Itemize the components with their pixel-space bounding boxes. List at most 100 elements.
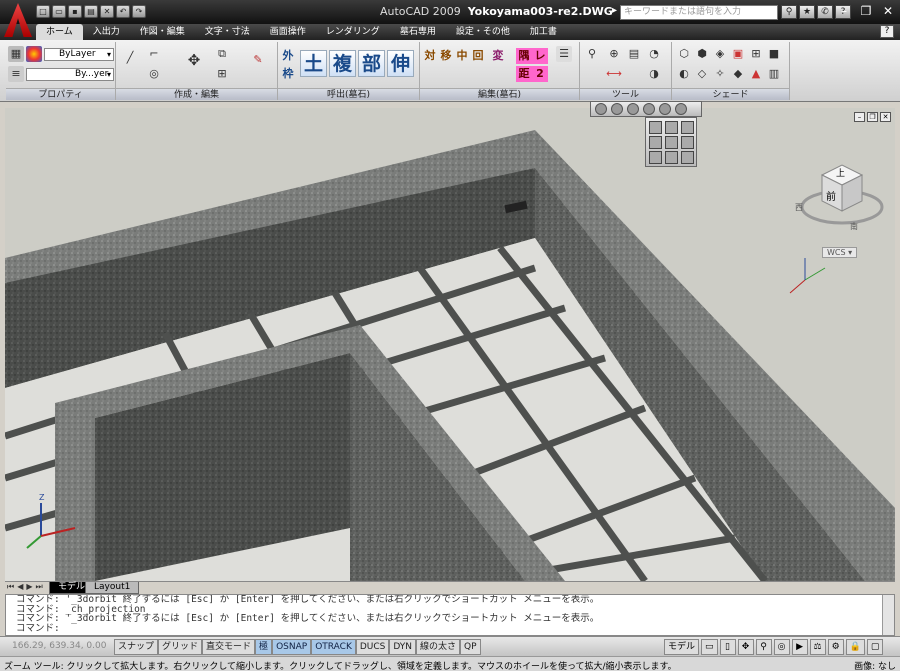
zoom-status-icon[interactable]: ⚲: [755, 639, 772, 655]
view-se-icon[interactable]: [665, 151, 678, 164]
shade-fade-icon[interactable]: ▥: [766, 66, 782, 82]
model-space-button[interactable]: モデル: [664, 639, 700, 655]
outer-frame-button-top[interactable]: 外: [280, 48, 296, 64]
shade-light-icon[interactable]: ✧: [712, 66, 728, 82]
prev-tab-icon[interactable]: ◀: [17, 582, 23, 592]
shade-color2-icon[interactable]: ▲: [748, 66, 764, 82]
shade-hidden-icon[interactable]: ⬢: [694, 46, 710, 62]
layer-icon[interactable]: ▦: [8, 46, 24, 62]
3d-model-scene[interactable]: Z: [5, 108, 895, 581]
view-back-icon[interactable]: [681, 136, 694, 149]
toggle-ortho[interactable]: 直交モード: [202, 639, 256, 655]
tab-settings[interactable]: 設定・その他: [446, 24, 520, 40]
kanji-button-part[interactable]: 部: [358, 50, 385, 77]
orbit-camera-icon[interactable]: [643, 103, 655, 115]
plot-icon[interactable]: ✕: [100, 5, 114, 18]
kanji-button-corner[interactable]: 隅: [516, 48, 532, 64]
shade-wire-icon[interactable]: ⬡: [676, 46, 692, 62]
drawing-viewport[interactable]: Z – ❐ ✕: [5, 108, 895, 581]
command-scrollbar[interactable]: [882, 595, 894, 635]
toggle-dyn[interactable]: DYN: [389, 639, 417, 655]
minimize-icon[interactable]: –: [836, 4, 852, 18]
open-file-icon[interactable]: ▭: [52, 5, 66, 18]
showmotion-icon[interactable]: ▶: [791, 639, 808, 655]
measure-icon[interactable]: ⟷: [606, 66, 622, 82]
visual-style-icon[interactable]: ◑: [646, 66, 662, 82]
clean-screen-icon[interactable]: ▢: [866, 639, 884, 655]
new-file-icon[interactable]: □: [36, 5, 50, 18]
viewcube-top-label[interactable]: 上: [836, 166, 845, 179]
kanji-button-earth[interactable]: 土: [300, 50, 327, 77]
circle-tool-icon[interactable]: ◎: [146, 66, 162, 82]
render-icon[interactable]: ◔: [646, 46, 662, 62]
layer-select[interactable]: ByLayer: [44, 48, 114, 61]
redo-icon[interactable]: ↷: [132, 5, 146, 18]
toggle-otrack[interactable]: OTRACK: [311, 639, 356, 655]
wcs-menu[interactable]: WCS ▾: [822, 247, 858, 258]
panel-shade-title[interactable]: シェード: [672, 88, 789, 100]
toggle-lineweight[interactable]: 線の太さ: [416, 639, 461, 655]
tab-draw-edit[interactable]: 作図・編集: [130, 24, 195, 40]
ribbon-help-button[interactable]: ?: [880, 25, 894, 38]
array-tool-icon[interactable]: ⊞: [214, 66, 230, 82]
move-tool-icon[interactable]: ✥: [186, 52, 202, 68]
viewcube[interactable]: 上 前 西 南: [795, 159, 888, 239]
kanji-button-symmetry[interactable]: 対: [422, 48, 438, 64]
kanji-button-re[interactable]: レ: [532, 48, 548, 64]
orbit-free-icon[interactable]: [611, 103, 623, 115]
kanji-button-distance[interactable]: 距: [516, 66, 532, 82]
color-wheel-icon[interactable]: [26, 46, 42, 62]
toggle-snap[interactable]: スナップ: [114, 639, 159, 655]
properties-icon[interactable]: ▤: [626, 46, 642, 62]
quick-view-drawings-icon[interactable]: ▯: [719, 639, 736, 655]
search-arrow-icon[interactable]: ▸: [612, 5, 617, 16]
restore-icon[interactable]: ❐: [858, 4, 874, 18]
orbit-continuous-icon[interactable]: [627, 103, 639, 115]
viewcube-front-label[interactable]: 前: [826, 188, 836, 203]
lock-icon[interactable]: 🔒: [845, 639, 865, 655]
print-icon[interactable]: ▤: [84, 5, 98, 18]
toggle-qp[interactable]: QP: [460, 639, 481, 655]
shade-color-icon[interactable]: ▣: [730, 46, 746, 62]
communication-icon[interactable]: ✆: [817, 5, 833, 19]
toggle-ducs[interactable]: DUCS: [355, 639, 390, 655]
shade-real-icon[interactable]: ◈: [712, 46, 728, 62]
zoom-window-icon[interactable]: ⊕: [606, 46, 622, 62]
save-icon[interactable]: ▪: [68, 5, 82, 18]
panel-tombstone-call-title[interactable]: 呼出(墓石): [278, 88, 419, 100]
kanji-button-move[interactable]: 移: [438, 48, 454, 64]
zoom-icon[interactable]: ⚲: [584, 46, 600, 62]
view-front-icon[interactable]: [665, 136, 678, 149]
tab-view[interactable]: 画面操作: [260, 24, 316, 40]
shade-dark-icon[interactable]: ■: [766, 46, 782, 62]
tab-tombstone[interactable]: 墓石専用: [390, 24, 446, 40]
kanji-button-extend[interactable]: 伸: [387, 50, 414, 77]
viewcube-south-label[interactable]: 南: [850, 221, 858, 232]
kanji-button-multiple[interactable]: 複: [329, 50, 356, 77]
panel-draw-edit-title[interactable]: 作成・編集: [116, 88, 277, 100]
panel-tombstone-edit-title[interactable]: 編集(墓石): [420, 88, 579, 100]
linetype-icon[interactable]: ≡: [8, 66, 24, 82]
workspace-icon[interactable]: ⚙: [827, 639, 844, 655]
tab-render[interactable]: レンダリング: [316, 24, 390, 40]
vp-minimize-icon[interactable]: –: [854, 112, 865, 122]
view-sw-icon[interactable]: [649, 151, 662, 164]
kanji-button-center[interactable]: 中: [454, 48, 470, 64]
toggle-grid[interactable]: グリッド: [158, 639, 203, 655]
linetype-select[interactable]: By...yer: [26, 68, 114, 81]
first-tab-icon[interactable]: ⏮: [7, 582, 14, 592]
line-tool-icon[interactable]: ╱: [122, 50, 138, 66]
view-bottom-icon[interactable]: [665, 121, 678, 134]
orbit-icon[interactable]: [595, 103, 607, 115]
next-tab-icon[interactable]: ▶: [26, 582, 32, 592]
kanji-button-two[interactable]: 2: [532, 66, 548, 82]
shade-face-icon[interactable]: ◐: [676, 66, 692, 82]
tab-io[interactable]: 入出力: [83, 24, 130, 40]
pan-icon[interactable]: ✥: [737, 639, 754, 655]
kanji-button-change[interactable]: 変: [490, 48, 506, 64]
shade-edge-icon[interactable]: ◇: [694, 66, 710, 82]
view-right-icon[interactable]: [649, 136, 662, 149]
panel-properties-title[interactable]: プロパティ: [6, 88, 115, 100]
list-tool-icon[interactable]: ☰: [556, 46, 572, 62]
panel-tools-title[interactable]: ツール: [580, 88, 671, 100]
